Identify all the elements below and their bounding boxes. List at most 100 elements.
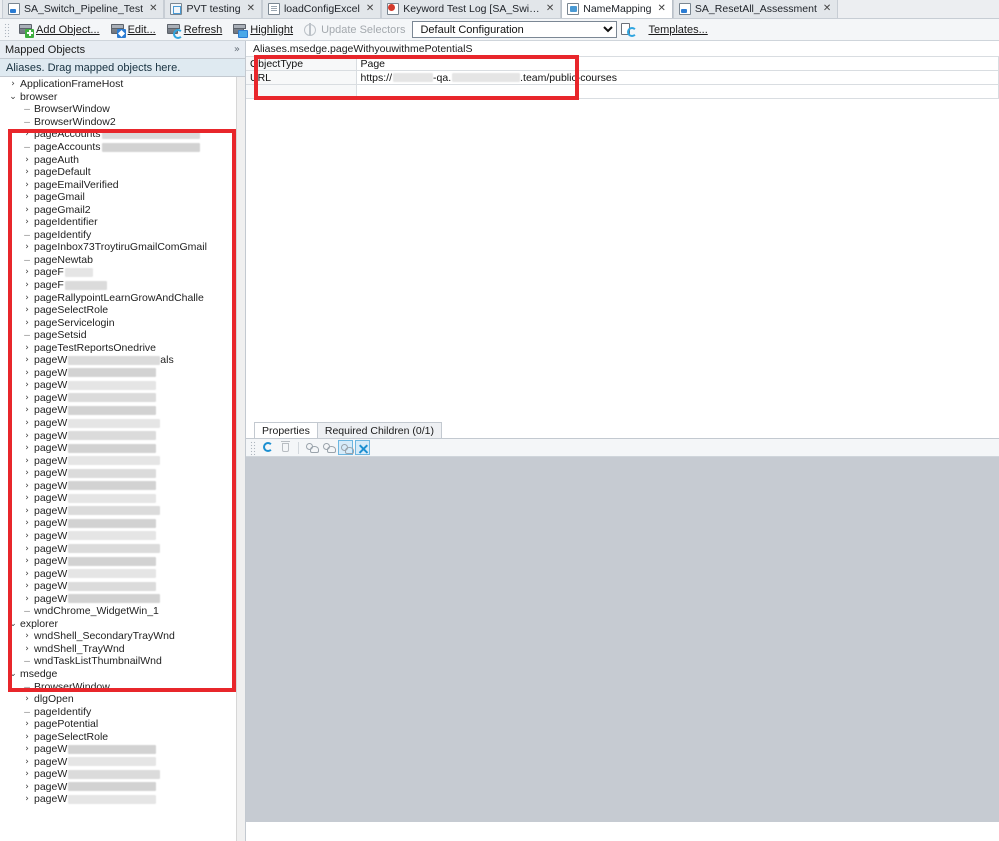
- expand-all-button[interactable]: [355, 440, 370, 455]
- tree-item[interactable]: › wndShell_SecondaryTrayWnd: [0, 630, 245, 643]
- chevron-right-icon[interactable]: ›: [22, 757, 32, 767]
- tree-item[interactable]: › pageW: [0, 505, 245, 518]
- chevron-right-icon[interactable]: ›: [22, 368, 32, 378]
- chevron-right-icon[interactable]: ›: [22, 481, 32, 491]
- chevron-right-icon[interactable]: ›: [22, 493, 32, 503]
- chevron-right-icon[interactable]: ›: [22, 694, 32, 704]
- chevron-right-icon[interactable]: ›: [22, 217, 32, 227]
- configuration-dropdown[interactable]: Default Configuration: [412, 21, 618, 38]
- document-tab-1[interactable]: SA_Switch_Pipeline_Test ✕: [2, 0, 165, 18]
- chevron-right-icon[interactable]: ›: [22, 343, 32, 353]
- document-tab-2[interactable]: PVT testing ✕: [164, 0, 262, 18]
- property-row[interactable]: URL https:// -qa. .team/public-courses: [246, 70, 999, 85]
- chevron-right-icon[interactable]: ›: [22, 719, 32, 729]
- tree-item[interactable]: – BrowserWindow2: [0, 116, 245, 129]
- close-icon[interactable]: ✕: [247, 4, 255, 14]
- tree-item[interactable]: › pageW: [0, 542, 245, 555]
- tree-item[interactable]: › pagePotential: [0, 718, 245, 731]
- tree-item[interactable]: – wndTaskListThumbnailWnd: [0, 655, 245, 668]
- tree-item[interactable]: › pageW: [0, 467, 245, 480]
- tree-item[interactable]: – pageAccounts: [0, 141, 245, 154]
- chevron-right-icon[interactable]: ›: [22, 318, 32, 328]
- mapped-objects-tree[interactable]: › ApplicationFrameHost ⌄ browser – BrowserWin…: [0, 77, 245, 841]
- chevron-down-icon[interactable]: ⌄: [8, 92, 18, 102]
- chevron-right-icon[interactable]: ›: [22, 418, 32, 428]
- chevron-right-icon[interactable]: ›: [22, 180, 32, 190]
- chevron-right-icon[interactable]: ›: [22, 631, 32, 641]
- tree-item[interactable]: – pageNewtab: [0, 254, 245, 267]
- chevron-right-icon[interactable]: ›: [22, 594, 32, 604]
- chevron-right-icon[interactable]: ›: [22, 443, 32, 453]
- tree-item[interactable]: ⌄ browser: [0, 91, 245, 104]
- toolbar-grip[interactable]: [4, 22, 10, 37]
- chevron-right-icon[interactable]: ›: [22, 405, 32, 415]
- tree-item[interactable]: › pageW: [0, 555, 245, 568]
- chevron-right-icon[interactable]: ›: [22, 744, 32, 754]
- tree-item[interactable]: › pageW: [0, 756, 245, 769]
- chevron-right-icon[interactable]: ›: [22, 305, 32, 315]
- tree-item[interactable]: › pageW: [0, 379, 245, 392]
- document-tab-6[interactable]: SA_ResetAll_Assessment ✕: [672, 0, 839, 18]
- property-value-cell-empty[interactable]: [356, 84, 999, 99]
- chevron-right-icon[interactable]: ›: [22, 644, 32, 654]
- tree-item[interactable]: › pageW: [0, 781, 245, 794]
- templates-button[interactable]: Templates...: [643, 20, 712, 40]
- chevron-right-icon[interactable]: ›: [22, 129, 32, 139]
- tree-item[interactable]: › pageGmail: [0, 191, 245, 204]
- chevron-right-icon[interactable]: ›: [22, 155, 32, 165]
- tree-item[interactable]: › pageW als: [0, 354, 245, 367]
- chevron-right-icon[interactable]: ›: [22, 205, 32, 215]
- chevron-right-icon[interactable]: ›: [22, 280, 32, 290]
- tree-item[interactable]: ⌄ explorer: [0, 618, 245, 631]
- reload-templates-icon[interactable]: [621, 22, 638, 37]
- document-tab-3[interactable]: loadConfigExcel ✕: [261, 0, 382, 18]
- tree-item[interactable]: › ApplicationFrameHost: [0, 78, 245, 91]
- highlight-child-button[interactable]: [338, 440, 354, 455]
- chevron-right-icon[interactable]: ›: [22, 581, 32, 591]
- tree-item[interactable]: › pageW: [0, 492, 245, 505]
- tree-item[interactable]: › pageW: [0, 454, 245, 467]
- properties-grid[interactable]: ObjectType Page URL https:// -qa. .team/publi…: [246, 56, 999, 99]
- document-tab-5[interactable]: NameMapping ✕: [561, 0, 673, 18]
- tree-item[interactable]: › pageSelectRole: [0, 304, 245, 317]
- tree-item[interactable]: – pageSetsid: [0, 329, 245, 342]
- property-value-cell[interactable]: https:// -qa. .team/public-courses: [356, 70, 999, 85]
- tree-item[interactable]: › pageW: [0, 442, 245, 455]
- tree-item[interactable]: › pageIdentifier: [0, 216, 245, 229]
- chevron-right-icon[interactable]: ›: [22, 456, 32, 466]
- tree-item[interactable]: › dlgOpen: [0, 693, 245, 706]
- tree-item[interactable]: – pageIdentify: [0, 229, 245, 242]
- tree-item[interactable]: – BrowserWindow: [0, 680, 245, 693]
- refresh-children-button[interactable]: [261, 440, 276, 455]
- property-row[interactable]: ObjectType Page: [246, 56, 999, 71]
- tree-item[interactable]: › wndShell_TrayWnd: [0, 643, 245, 656]
- chevron-right-icon[interactable]: ›: [22, 167, 32, 177]
- tree-item[interactable]: › pageW: [0, 793, 245, 806]
- tree-item[interactable]: › pageF: [0, 279, 245, 292]
- chevron-right-icon[interactable]: ›: [22, 393, 32, 403]
- tree-item[interactable]: › pageInbox73TroytiruGmailComGmail: [0, 241, 245, 254]
- chevron-right-icon[interactable]: ›: [22, 569, 32, 579]
- tree-item[interactable]: › pageW: [0, 743, 245, 756]
- chevron-down-icon[interactable]: ⌄: [8, 619, 18, 629]
- tree-item[interactable]: › pageW: [0, 480, 245, 493]
- close-icon[interactable]: ✕: [546, 4, 554, 14]
- tree-item[interactable]: › pageW: [0, 580, 245, 593]
- chevron-right-icon[interactable]: ›: [22, 506, 32, 516]
- chevron-right-icon[interactable]: ›: [22, 355, 32, 365]
- chevron-right-icon[interactable]: ›: [22, 782, 32, 792]
- chevron-right-icon[interactable]: ›: [22, 794, 32, 804]
- chevron-right-icon[interactable]: ›: [22, 518, 32, 528]
- details-tab-1[interactable]: Properties: [254, 422, 318, 438]
- close-icon[interactable]: ✕: [658, 4, 666, 14]
- property-row-empty[interactable]: [246, 84, 999, 99]
- chevron-right-icon[interactable]: ›: [8, 79, 18, 89]
- tree-item[interactable]: › pageAuth: [0, 153, 245, 166]
- collapse-chevron-icon[interactable]: »: [234, 44, 240, 55]
- document-tab-4[interactable]: Keyword Test Log [SA_Switch_Pipe... ✕: [381, 0, 562, 18]
- close-icon[interactable]: ✕: [823, 4, 831, 14]
- children-list-pane[interactable]: [246, 457, 999, 822]
- refresh-button[interactable]: Refresh: [161, 20, 228, 40]
- tree-item[interactable]: › pageW: [0, 517, 245, 530]
- tree-item[interactable]: › pageW: [0, 768, 245, 781]
